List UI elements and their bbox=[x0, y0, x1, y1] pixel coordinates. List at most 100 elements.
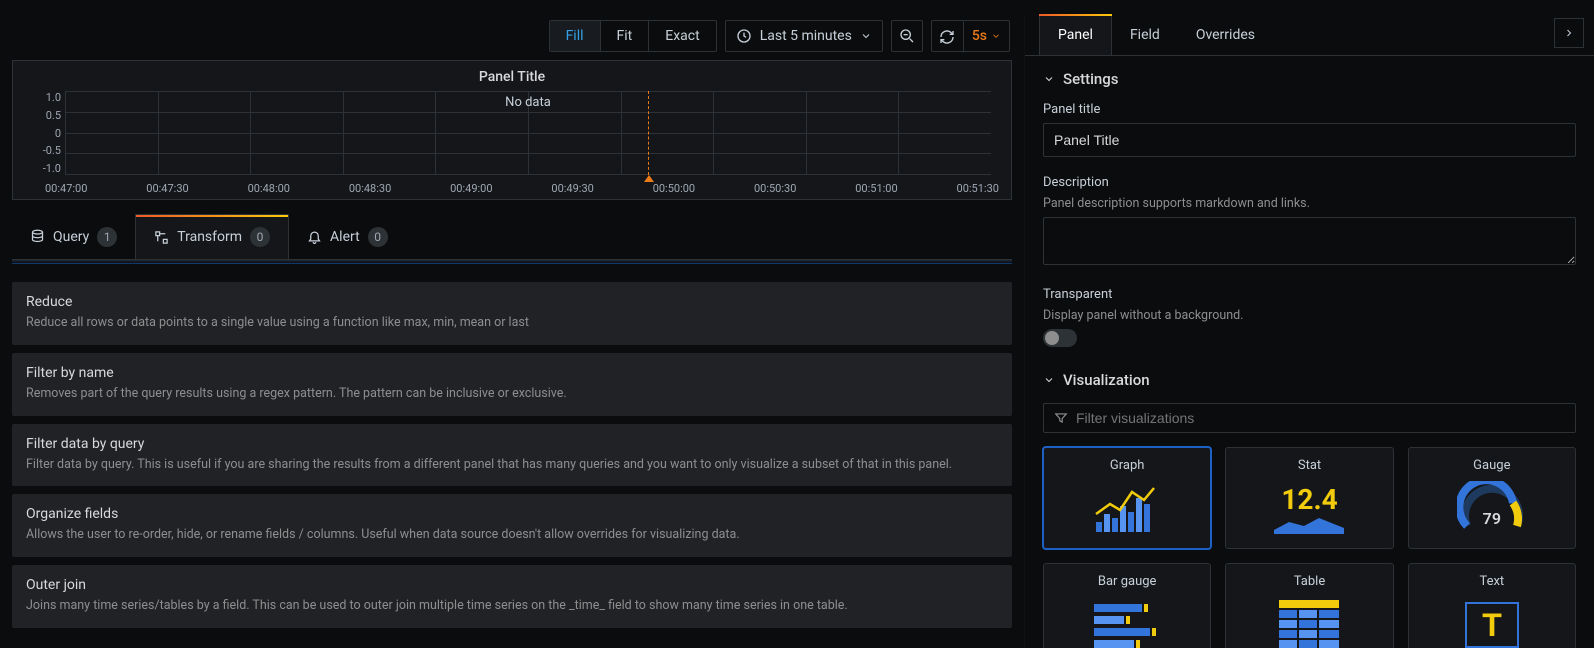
x-tick: 00:49:30 bbox=[551, 182, 593, 195]
transform-title: Outer join bbox=[26, 577, 998, 593]
tab-label: Query bbox=[53, 229, 89, 245]
section-title: Visualization bbox=[1063, 371, 1150, 389]
panel-preview: Panel Title 1.0 0.5 0 -0.5 -1.0 bbox=[12, 60, 1012, 200]
transform-card-filter-data-by-query[interactable]: Filter data by query Filter data by quer… bbox=[12, 424, 1012, 487]
transform-title: Filter by name bbox=[26, 365, 998, 381]
view-mode-exact[interactable]: Exact bbox=[649, 21, 715, 51]
tab-overrides[interactable]: Overrides bbox=[1178, 14, 1273, 55]
view-mode-fill[interactable]: Fill bbox=[550, 21, 601, 51]
tab-alert[interactable]: Alert 0 bbox=[289, 214, 406, 259]
viz-table[interactable]: Table bbox=[1225, 563, 1393, 648]
chart: 1.0 0.5 0 -0.5 -1.0 No data bbox=[33, 91, 991, 175]
no-data-label: No data bbox=[505, 95, 551, 110]
x-tick: 00:51:00 bbox=[855, 182, 897, 195]
collapse-pane-button[interactable] bbox=[1554, 18, 1584, 48]
x-tick: 00:50:00 bbox=[653, 182, 695, 195]
chevron-down-icon bbox=[1043, 73, 1055, 85]
options-content: Settings Panel title Description Panel d… bbox=[1025, 56, 1594, 648]
viz-label: Text bbox=[1479, 574, 1504, 589]
transform-card-outer-join[interactable]: Outer join Joins many time series/tables… bbox=[12, 565, 1012, 628]
x-tick: 00:48:30 bbox=[349, 182, 391, 195]
transform-title: Reduce bbox=[26, 294, 998, 310]
viz-label: Table bbox=[1294, 574, 1325, 589]
x-tick: 00:47:30 bbox=[146, 182, 188, 195]
x-tick: 00:50:30 bbox=[754, 182, 796, 195]
transparent-sub: Display panel without a background. bbox=[1043, 308, 1576, 323]
panel-title: Panel Title bbox=[13, 61, 1011, 89]
database-icon bbox=[30, 229, 45, 244]
gauge-value: 79 bbox=[1452, 509, 1532, 528]
bell-icon bbox=[307, 229, 322, 244]
transform-desc: Filter data by query. This is useful if … bbox=[26, 456, 998, 475]
y-tick: 0 bbox=[33, 127, 61, 140]
tab-field[interactable]: Field bbox=[1112, 14, 1178, 55]
table-icon bbox=[1269, 595, 1349, 648]
time-range-picker[interactable]: Last 5 minutes bbox=[725, 20, 883, 52]
transform-card-filter-by-name[interactable]: Filter by name Removes part of the query… bbox=[12, 353, 1012, 416]
tab-query[interactable]: Query 1 bbox=[12, 214, 135, 259]
x-tick: 00:48:00 bbox=[248, 182, 290, 195]
clock-icon bbox=[736, 28, 752, 44]
x-tick: 00:51:30 bbox=[957, 182, 999, 195]
viz-text[interactable]: Text T bbox=[1408, 563, 1576, 648]
zoom-out-button[interactable] bbox=[891, 20, 923, 52]
viz-gauge[interactable]: Gauge 79 bbox=[1408, 447, 1576, 549]
transform-list: Reduce Reduce all rows or data points to… bbox=[12, 282, 1012, 642]
view-mode-fit[interactable]: Fit bbox=[601, 21, 650, 51]
viz-label: Bar gauge bbox=[1098, 574, 1157, 589]
text-icon: T bbox=[1452, 595, 1532, 648]
tab-count: 1 bbox=[97, 227, 117, 247]
x-tick: 00:49:00 bbox=[450, 182, 492, 195]
toolbar: Fill Fit Exact Last 5 minutes 5s bbox=[0, 18, 1024, 54]
panel-title-input[interactable] bbox=[1043, 123, 1576, 157]
y-tick: 1.0 bbox=[33, 91, 61, 104]
transform-desc: Joins many time series/tables by a field… bbox=[26, 597, 998, 616]
refresh-button[interactable] bbox=[932, 21, 964, 53]
time-cursor bbox=[648, 91, 649, 180]
options-tabs: Panel Field Overrides bbox=[1025, 14, 1594, 56]
section-visualization[interactable]: Visualization bbox=[1043, 371, 1576, 389]
bar-gauge-icon bbox=[1087, 595, 1167, 648]
y-tick: 0.5 bbox=[33, 109, 61, 122]
viz-label: Stat bbox=[1298, 458, 1321, 473]
viz-stat[interactable]: Stat 12.4 bbox=[1225, 447, 1393, 549]
panel-title-label: Panel title bbox=[1043, 102, 1576, 117]
tab-count: 0 bbox=[250, 227, 270, 247]
tab-panel[interactable]: Panel bbox=[1039, 14, 1112, 55]
transform-desc: Removes part of the query results using … bbox=[26, 385, 998, 404]
transparent-toggle[interactable] bbox=[1043, 329, 1077, 347]
transform-title: Organize fields bbox=[26, 506, 998, 522]
section-title: Settings bbox=[1063, 70, 1119, 88]
transform-desc: Allows the user to re-order, hide, or re… bbox=[26, 526, 998, 545]
tab-label: Alert bbox=[330, 229, 360, 245]
description-sub: Panel description supports markdown and … bbox=[1043, 196, 1576, 211]
y-tick: -1.0 bbox=[33, 162, 61, 175]
viz-filter[interactable] bbox=[1043, 403, 1576, 433]
transparent-label: Transparent bbox=[1043, 287, 1576, 302]
description-label: Description bbox=[1043, 175, 1576, 190]
refresh-rate-picker[interactable]: 5s bbox=[964, 21, 1009, 51]
viz-filter-input[interactable] bbox=[1076, 410, 1565, 426]
viz-graph[interactable]: Graph bbox=[1043, 447, 1211, 549]
chart-x-axis: 00:47:00 00:47:30 00:48:00 00:48:30 00:4… bbox=[45, 182, 999, 195]
tab-count: 0 bbox=[368, 227, 388, 247]
view-mode-group: Fill Fit Exact bbox=[549, 20, 717, 52]
transform-card-organize-fields[interactable]: Organize fields Allows the user to re-or… bbox=[12, 494, 1012, 557]
description-textarea[interactable] bbox=[1043, 217, 1576, 265]
time-range-label: Last 5 minutes bbox=[760, 28, 852, 44]
editor-main: Panel Title 1.0 0.5 0 -0.5 -1.0 bbox=[12, 60, 1012, 648]
graph-icon bbox=[1087, 479, 1167, 538]
y-tick: -0.5 bbox=[33, 144, 61, 157]
transform-title: Filter data by query bbox=[26, 436, 998, 452]
stat-value: 12.4 bbox=[1281, 483, 1337, 516]
options-pane: Panel Field Overrides Settings Panel tit… bbox=[1024, 14, 1594, 648]
transform-card-reduce[interactable]: Reduce Reduce all rows or data points to… bbox=[12, 282, 1012, 345]
viz-bar-gauge[interactable]: Bar gauge bbox=[1043, 563, 1211, 648]
chevron-down-icon bbox=[1043, 374, 1055, 386]
x-tick: 00:47:00 bbox=[45, 182, 87, 195]
tab-transform[interactable]: Transform 0 bbox=[135, 214, 289, 259]
filter-icon bbox=[1054, 411, 1068, 425]
transform-desc: Reduce all rows or data points to a sing… bbox=[26, 314, 998, 333]
chevron-down-icon bbox=[860, 30, 872, 42]
section-settings[interactable]: Settings bbox=[1043, 70, 1576, 88]
